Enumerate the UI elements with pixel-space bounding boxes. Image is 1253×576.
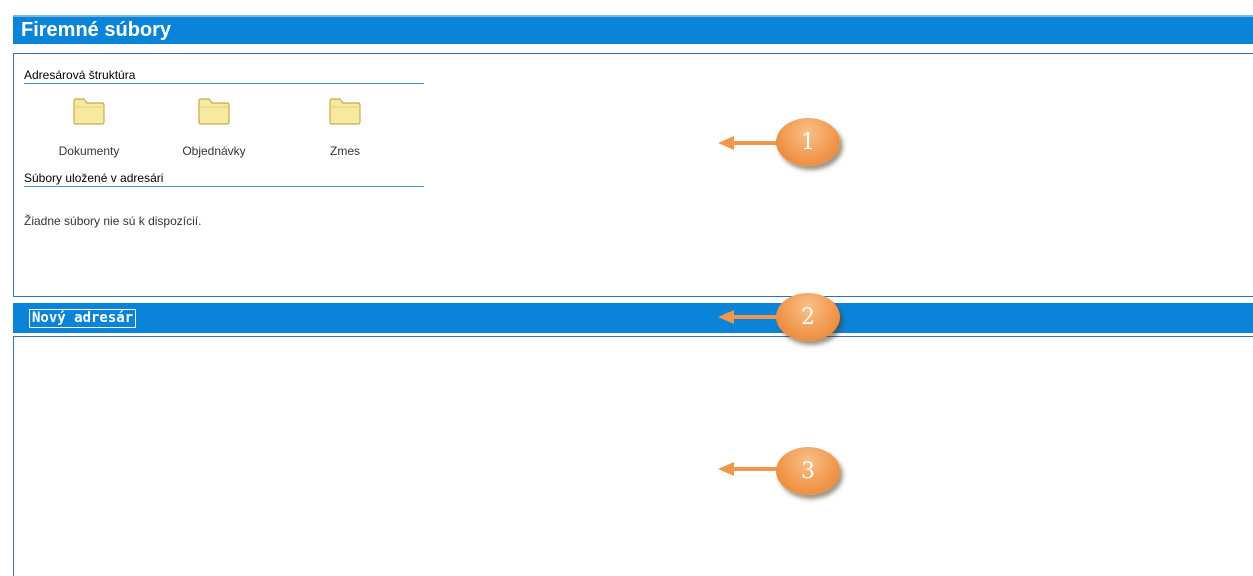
callout-number-badge: 1 [776, 118, 840, 166]
folder-icon [73, 98, 105, 125]
folder-icon [329, 98, 361, 125]
callout-2: 2 [718, 290, 848, 355]
no-files-message: Žiadne súbory nie sú k dispozícií. [24, 214, 202, 228]
callout-number-badge: 2 [776, 293, 840, 341]
files-section-heading: Súbory uložené v adresári [24, 170, 424, 187]
folder-item-dokumenty[interactable]: Dokumenty [39, 97, 139, 158]
new-directory-button[interactable]: Nový adresár [29, 309, 137, 328]
callout-3: 3 [718, 444, 848, 514]
new-directory-bar: Nový adresár [13, 303, 1253, 333]
callout-number-badge: 3 [776, 447, 840, 495]
page-title: Firemné súbory [21, 19, 172, 41]
directory-panel: Adresárová štruktúra Dokumenty Objednávk… [13, 53, 1253, 297]
page-title-bar: Firemné súbory [13, 15, 1253, 44]
folder-label: Dokumenty [58, 144, 120, 158]
folder-label: Objednávky [182, 144, 246, 158]
content-panel [13, 336, 1253, 576]
folder-label: Zmes [330, 144, 360, 158]
folder-icon [198, 98, 230, 125]
callout-1: 1 [718, 110, 848, 180]
folder-item-zmes[interactable]: Zmes [295, 97, 395, 158]
folder-item-objednavky[interactable]: Objednávky [164, 97, 264, 158]
directory-structure-heading: Adresárová štruktúra [24, 67, 424, 84]
